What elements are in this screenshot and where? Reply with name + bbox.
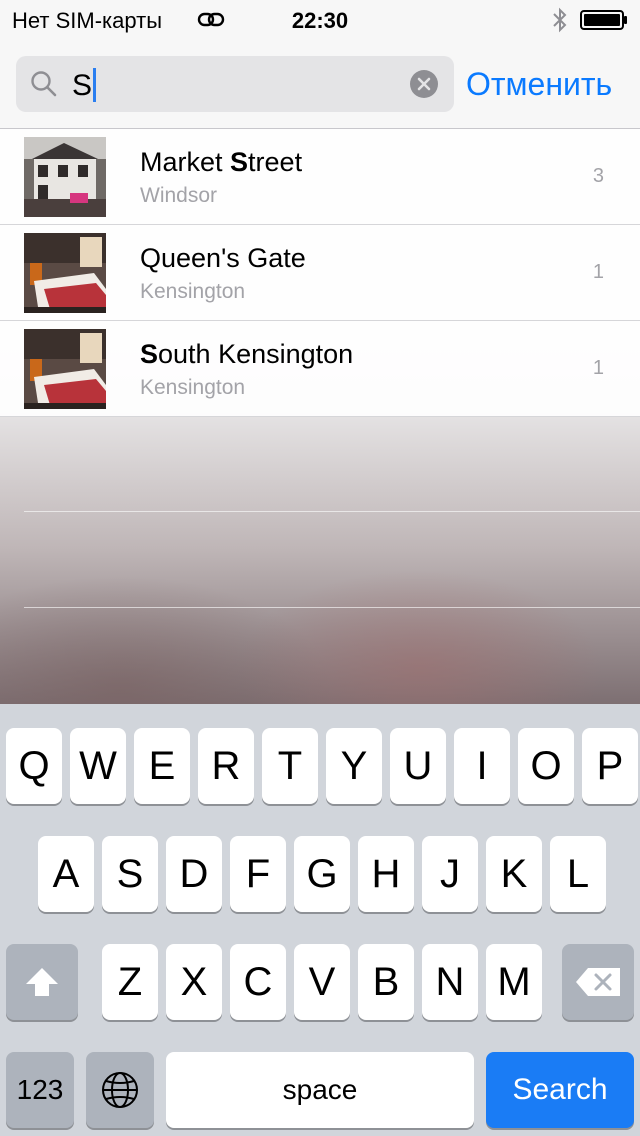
- space-key[interactable]: space: [166, 1052, 474, 1128]
- key-c[interactable]: C: [230, 944, 286, 1020]
- key-h[interactable]: H: [358, 836, 414, 912]
- result-title: Queen's Gate: [140, 243, 306, 273]
- numbers-key[interactable]: 123: [6, 1052, 74, 1128]
- key-w[interactable]: W: [70, 728, 126, 804]
- key-t[interactable]: T: [262, 728, 318, 804]
- result-row-queens-gate[interactable]: Queen's Gate Kensington 1: [0, 225, 640, 321]
- shift-key[interactable]: [6, 944, 78, 1020]
- search-icon: [31, 71, 57, 97]
- key-x[interactable]: X: [166, 944, 222, 1020]
- key-b[interactable]: B: [358, 944, 414, 1020]
- result-subtitle: Kensington: [140, 280, 246, 303]
- key-k[interactable]: K: [486, 836, 542, 912]
- globe-key[interactable]: [86, 1052, 154, 1128]
- key-z[interactable]: Z: [102, 944, 158, 1020]
- key-o[interactable]: O: [518, 728, 574, 804]
- search-query: S: [72, 68, 97, 103]
- result-row-south-kensington[interactable]: South Kensington Kensington 1: [0, 321, 640, 417]
- result-subtitle: Kensington: [140, 376, 246, 399]
- search-bar: S Отменить: [0, 40, 640, 129]
- list-separator: [24, 511, 640, 512]
- search-key[interactable]: Search: [486, 1052, 634, 1128]
- key-a[interactable]: A: [38, 836, 94, 912]
- delete-key[interactable]: [562, 944, 634, 1020]
- globe-icon: [102, 1072, 138, 1108]
- cancel-button[interactable]: Отменить: [466, 66, 612, 103]
- key-u[interactable]: U: [390, 728, 446, 804]
- status-bar: Нет SIM-карты 22:30: [0, 0, 640, 40]
- text-caret: [93, 68, 97, 103]
- bluetooth-icon: [553, 7, 567, 33]
- backspace-icon: [576, 968, 620, 996]
- search-input[interactable]: S: [16, 56, 454, 112]
- key-r[interactable]: R: [198, 728, 254, 804]
- result-count: 1: [592, 357, 604, 379]
- key-g[interactable]: G: [294, 836, 350, 912]
- bedroom-thumbnail: [24, 233, 106, 313]
- building-thumbnail: [24, 137, 106, 217]
- list-separator: [24, 607, 640, 608]
- result-title: Market Street: [140, 147, 303, 177]
- key-e[interactable]: E: [134, 728, 190, 804]
- clock: 22:30: [291, 8, 349, 33]
- result-count: 1: [592, 261, 604, 283]
- keyboard: Q W E R T Y U I O P A S D F G H J K L Z …: [0, 704, 640, 1136]
- key-i[interactable]: I: [454, 728, 510, 804]
- key-p[interactable]: P: [582, 728, 638, 804]
- result-count: 3: [592, 165, 604, 187]
- clear-text-icon[interactable]: [409, 69, 439, 99]
- key-d[interactable]: D: [166, 836, 222, 912]
- shift-icon: [26, 968, 58, 996]
- key-l[interactable]: L: [550, 836, 606, 912]
- key-q[interactable]: Q: [6, 728, 62, 804]
- key-s[interactable]: S: [102, 836, 158, 912]
- key-m[interactable]: M: [486, 944, 542, 1020]
- result-title: South Kensington: [140, 339, 354, 369]
- key-j[interactable]: J: [422, 836, 478, 912]
- result-subtitle: Windsor: [140, 184, 218, 207]
- result-row-market-street[interactable]: Market Street Windsor 3: [0, 129, 640, 225]
- key-n[interactable]: N: [422, 944, 478, 1020]
- battery-icon: [580, 10, 627, 30]
- key-y[interactable]: Y: [326, 728, 382, 804]
- key-v[interactable]: V: [294, 944, 350, 1020]
- search-results-list: Market Street Windsor 3 Queen's Gate Ken…: [0, 129, 640, 417]
- bedroom-thumbnail: [24, 329, 106, 409]
- key-f[interactable]: F: [230, 836, 286, 912]
